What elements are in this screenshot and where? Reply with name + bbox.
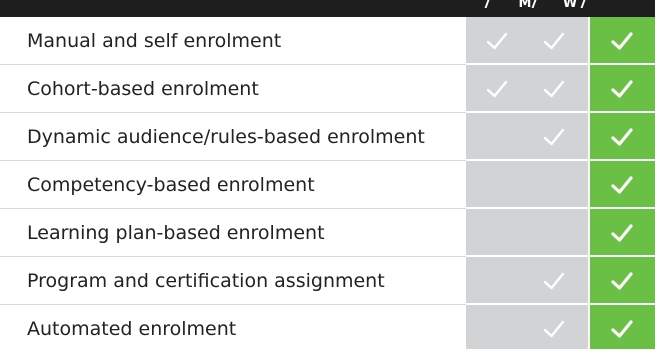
checkmark-icon (542, 29, 566, 53)
feature-label: Manual and self enrolment (27, 30, 282, 52)
checkmark-icon (610, 77, 634, 101)
feature-label: Program and certification assignment (27, 270, 385, 292)
table-row: Program and certification assignment (0, 257, 655, 305)
checkmark-icon (610, 221, 634, 245)
checkmark-icon (542, 269, 566, 293)
table-row: Dynamic audience/rules-based enrolment (0, 113, 655, 161)
checkmark-icon (610, 317, 634, 341)
feature-table: Manual and self enrolment Cohort-based en… (0, 17, 655, 353)
table-row: Competency-based enrolment (0, 161, 655, 209)
feature-label: Automated enrolment (27, 318, 237, 340)
feature-label: Competency-based enrolment (27, 174, 315, 196)
checkmark-icon (610, 29, 634, 53)
header-bar: M W (0, 0, 655, 17)
table-row: Automated enrolment (0, 305, 655, 353)
table-row: Learning plan-based enrolment (0, 209, 655, 257)
column-header-m: M (518, 0, 532, 11)
checkmark-icon (542, 77, 566, 101)
checkmark-icon (610, 173, 634, 197)
checkmark-icon (542, 125, 566, 149)
checkmark-icon (610, 269, 634, 293)
table-row: Manual and self enrolment (0, 17, 655, 65)
header-divider (484, 0, 490, 8)
feature-label: Cohort-based enrolment (27, 78, 259, 100)
feature-label: Dynamic audience/rules-based enrolment (27, 126, 425, 148)
table-row: Cohort-based enrolment (0, 65, 655, 113)
checkmark-icon (485, 29, 509, 53)
checkmark-icon (485, 77, 509, 101)
feature-label: Learning plan-based enrolment (27, 222, 325, 244)
checkmark-icon (610, 125, 634, 149)
checkmark-icon (542, 317, 566, 341)
